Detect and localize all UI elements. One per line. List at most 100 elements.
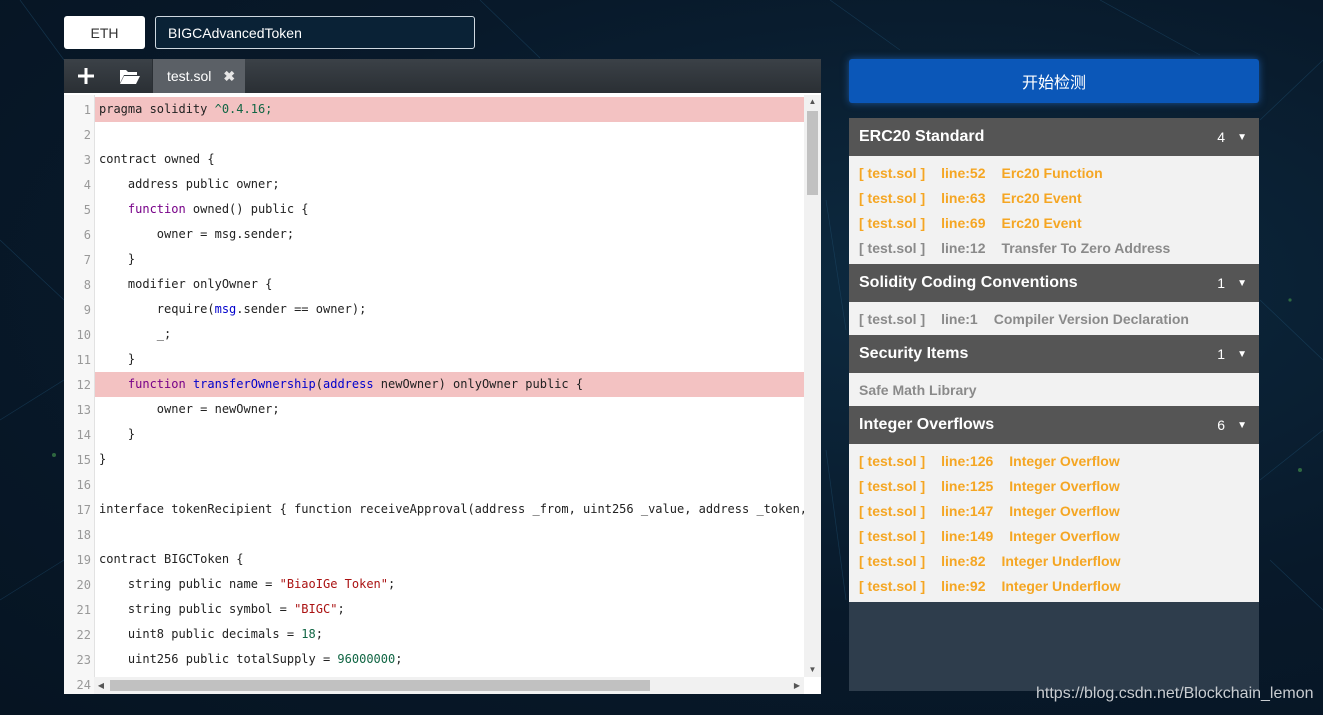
result-file: [ test.sol ] [859, 239, 926, 256]
line-number: 7 [83, 252, 91, 267]
result-line: line:82 [941, 552, 986, 569]
code-token: string public name = [99, 577, 280, 591]
result-item[interactable]: [ test.sol ] line:149 Integer Overflow [849, 523, 1259, 548]
line-number: 11 [76, 352, 91, 367]
code-line[interactable]: 16 [64, 472, 804, 497]
result-file: [ test.sol ] [859, 477, 926, 494]
result-section-header[interactable]: Security Items 1 ▼ [849, 335, 1259, 373]
result-item[interactable]: Safe Math Library [849, 377, 1259, 402]
result-item[interactable]: [ test.sol ] line:52 Erc20 Function [849, 160, 1259, 185]
result-line: line:147 [941, 502, 994, 519]
horizontal-scrollbar[interactable]: ◀ ▶ [94, 677, 804, 694]
horizontal-scroll-thumb[interactable] [110, 680, 650, 691]
code-line[interactable]: 10 _; [64, 322, 804, 347]
scroll-left-icon[interactable]: ◀ [94, 677, 108, 694]
code-line[interactable]: 9 require(msg.sender == owner); [64, 297, 804, 322]
result-item[interactable]: [ test.sol ] line:92 Integer Underflow [849, 573, 1259, 598]
code-line[interactable]: 3 contract owned { [64, 147, 804, 172]
code-line[interactable]: 2 [64, 122, 804, 147]
code-token: ^0.4.16; [214, 102, 273, 116]
contract-name-input[interactable] [155, 16, 475, 49]
caret-down-icon[interactable]: ▼ [1237, 420, 1247, 431]
result-section-header[interactable]: Integer Overflows 6 ▼ [849, 406, 1259, 444]
line-number: 22 [76, 627, 91, 642]
code-token: contract BIGCToken { [99, 552, 244, 566]
result-item[interactable]: [ test.sol ] line:125 Integer Overflow [849, 473, 1259, 498]
chain-selector-button[interactable]: ETH [64, 16, 145, 49]
result-item[interactable]: [ test.sol ] line:126 Integer Overflow [849, 448, 1259, 473]
result-item[interactable]: [ test.sol ] line:82 Integer Underflow [849, 548, 1259, 573]
code-area[interactable]: 1 pragma solidity ^0.4.16; 2 3 contract owne… [64, 95, 821, 694]
code-line[interactable]: 12 function transferOwnership(address ne… [64, 372, 804, 397]
vertical-scrollbar[interactable]: ▲ ▼ [804, 95, 821, 677]
code-line[interactable]: 21 string public symbol = "BIGC"; [64, 597, 804, 622]
result-description: Integer Overflow [1009, 477, 1120, 494]
code-line[interactable]: 23 uint256 public totalSupply = 96000000… [64, 647, 804, 672]
code-line[interactable]: 14 } [64, 422, 804, 447]
scroll-right-icon[interactable]: ▶ [790, 677, 804, 694]
result-section-body: [ test.sol ] line:1 Compiler Version Decla… [849, 302, 1259, 335]
code-token: ; [315, 627, 323, 641]
scroll-down-icon[interactable]: ▼ [804, 663, 821, 677]
line-number: 23 [76, 652, 91, 667]
code-line[interactable]: 15} [64, 447, 804, 472]
code-line[interactable]: 11 } [64, 347, 804, 372]
section-title: Security Items [859, 345, 969, 362]
code-line[interactable]: 7 } [64, 247, 804, 272]
section-count-badge: 1 [1217, 275, 1226, 291]
code-line[interactable]: 8 modifier onlyOwner { [64, 272, 804, 297]
code-line[interactable]: 18 [64, 522, 804, 547]
caret-down-icon[interactable]: ▼ [1237, 349, 1247, 360]
code-line[interactable]: 17 interface tokenRecipient { function re… [64, 497, 804, 522]
result-item[interactable]: [ test.sol ] line:1 Compiler Version Decla… [849, 306, 1259, 331]
line-number: 21 [76, 602, 91, 617]
folder-open-icon [120, 70, 140, 84]
line-number: 2 [83, 127, 91, 142]
scroll-up-icon[interactable]: ▲ [804, 95, 821, 109]
code-token: } [99, 352, 136, 366]
result-line: line:63 [941, 189, 986, 206]
result-description: Integer Overflow [1009, 502, 1120, 519]
code-text: uint256 public totalSupply = 96000000; [95, 647, 804, 672]
caret-down-icon[interactable]: ▼ [1237, 278, 1247, 289]
open-file-button[interactable] [108, 59, 152, 93]
result-item[interactable]: [ test.sol ] line:147 Integer Overflow [849, 498, 1259, 523]
code-text: contract BIGCToken { [95, 547, 804, 572]
result-description: Erc20 Event [1001, 189, 1082, 206]
code-token: ; [388, 577, 396, 591]
caret-down-icon[interactable]: ▼ [1237, 132, 1247, 143]
code-token: owner = msg.sender; [99, 227, 295, 241]
result-line: line:69 [941, 214, 986, 231]
result-item[interactable]: [ test.sol ] line:12 Transfer To Zero Addr… [849, 235, 1259, 260]
result-section-header[interactable]: Solidity Coding Conventions 1 ▼ [849, 264, 1259, 302]
result-section-header[interactable]: ERC20 Standard 4 ▼ [849, 118, 1259, 156]
code-line[interactable]: 4 address public owner; [64, 172, 804, 197]
code-line[interactable]: 22 uint8 public decimals = 18; [64, 622, 804, 647]
code-token: require( [99, 302, 215, 316]
code-line[interactable]: 1 pragma solidity ^0.4.16; [64, 97, 804, 122]
line-number: 14 [76, 427, 91, 442]
code-line[interactable]: 5 function owned() public { [64, 197, 804, 222]
code-line[interactable]: 19 contract BIGCToken { [64, 547, 804, 572]
close-icon[interactable]: ✖ [223, 68, 235, 85]
result-line: line:126 [941, 452, 994, 469]
plus-icon [78, 68, 94, 84]
line-number: 17 [76, 502, 91, 517]
code-line[interactable]: 6 owner = msg.sender; [64, 222, 804, 247]
code-token: newOwner) onlyOwner public { [373, 377, 584, 391]
code-token: uint8 public decimals = [99, 627, 302, 641]
result-section-body: Safe Math Library [849, 373, 1259, 406]
start-detection-button[interactable]: 开始检测 [849, 59, 1259, 103]
code-token: 18 [301, 627, 316, 641]
tab-test-sol[interactable]: test.sol ✖ [152, 59, 246, 93]
result-item[interactable]: [ test.sol ] line:63 Erc20 Event [849, 185, 1259, 210]
code-token: interface tokenRecipient { function rece… [99, 502, 804, 516]
result-item[interactable]: [ test.sol ] line:69 Erc20 Event [849, 210, 1259, 235]
code-line[interactable]: 20 string public name = "BiaoIGe Token"; [64, 572, 804, 597]
vertical-scroll-thumb[interactable] [807, 111, 818, 195]
line-number: 19 [76, 552, 91, 567]
new-file-button[interactable] [64, 59, 108, 93]
code-line[interactable]: 13 owner = newOwner; [64, 397, 804, 422]
